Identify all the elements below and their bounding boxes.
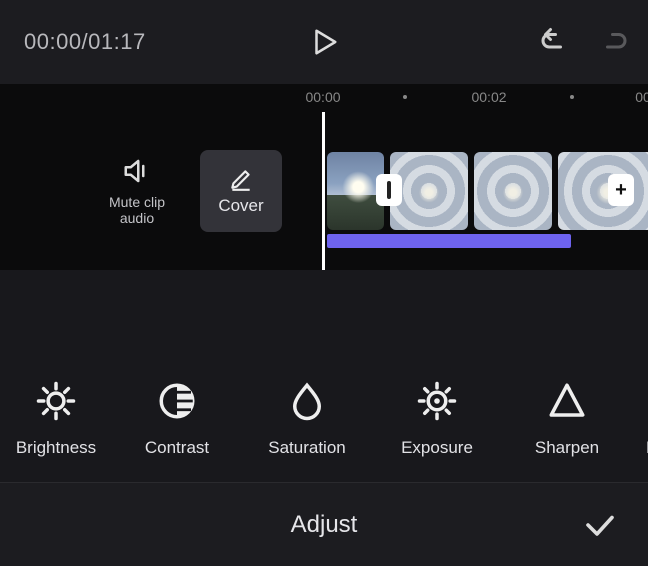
panel-footer: Adjust <box>0 482 648 566</box>
timeline-strip[interactable]: Mute clip audio Cover <box>0 112 648 270</box>
clip-trim-handle-left[interactable] <box>376 174 402 206</box>
spacer <box>0 270 648 356</box>
cover-button[interactable]: Cover <box>200 150 282 232</box>
panel-title: Adjust <box>291 511 358 539</box>
timeline-ruler[interactable]: 00:00 00:02 00 <box>0 84 648 112</box>
saturation-icon <box>286 380 328 422</box>
tool-label: Exposure <box>401 438 473 458</box>
play-button[interactable] <box>308 26 340 58</box>
tool-label: Contrast <box>145 438 209 458</box>
adjust-tools-row: Brightness Contrast Saturation <box>0 356 648 482</box>
cover-label: Cover <box>218 196 263 216</box>
speaker-icon <box>119 156 155 186</box>
add-clip-button[interactable] <box>608 174 634 206</box>
transport-bar: 00:00/01:17 <box>0 0 648 84</box>
brightness-icon <box>35 380 77 422</box>
undo-button[interactable] <box>536 25 570 59</box>
ruler-label: 00:02 <box>471 89 506 105</box>
tool-highlight[interactable]: Highlig <box>632 380 648 458</box>
clip-thumbnail[interactable] <box>558 152 648 230</box>
playhead[interactable] <box>322 112 325 270</box>
tool-brightness[interactable]: Brightness <box>0 380 112 458</box>
tool-sharpen[interactable]: Sharpen <box>502 380 632 458</box>
tool-contrast[interactable]: Contrast <box>112 380 242 458</box>
ruler-label: 00 <box>635 89 648 105</box>
redo-button[interactable] <box>598 25 632 59</box>
tool-saturation[interactable]: Saturation <box>242 380 372 458</box>
timecode: 00:00/01:17 <box>24 29 146 55</box>
mute-label: Mute clip audio <box>109 194 165 226</box>
tool-label: Saturation <box>268 438 346 458</box>
sharpen-icon <box>546 380 588 422</box>
clip-thumbnail[interactable] <box>474 152 552 230</box>
mute-clip-audio-button[interactable]: Mute clip audio <box>82 156 192 226</box>
ruler-label: 00:00 <box>305 89 340 105</box>
tool-exposure[interactable]: Exposure <box>372 380 502 458</box>
tool-label: Brightness <box>16 438 96 458</box>
check-icon <box>582 507 618 543</box>
contrast-icon <box>156 380 198 422</box>
tool-label: Sharpen <box>535 438 599 458</box>
confirm-button[interactable] <box>580 505 620 545</box>
pencil-icon <box>228 166 254 192</box>
exposure-icon <box>416 380 458 422</box>
audio-track[interactable] <box>327 234 571 248</box>
ruler-tick <box>403 95 407 99</box>
ruler-tick <box>570 95 574 99</box>
